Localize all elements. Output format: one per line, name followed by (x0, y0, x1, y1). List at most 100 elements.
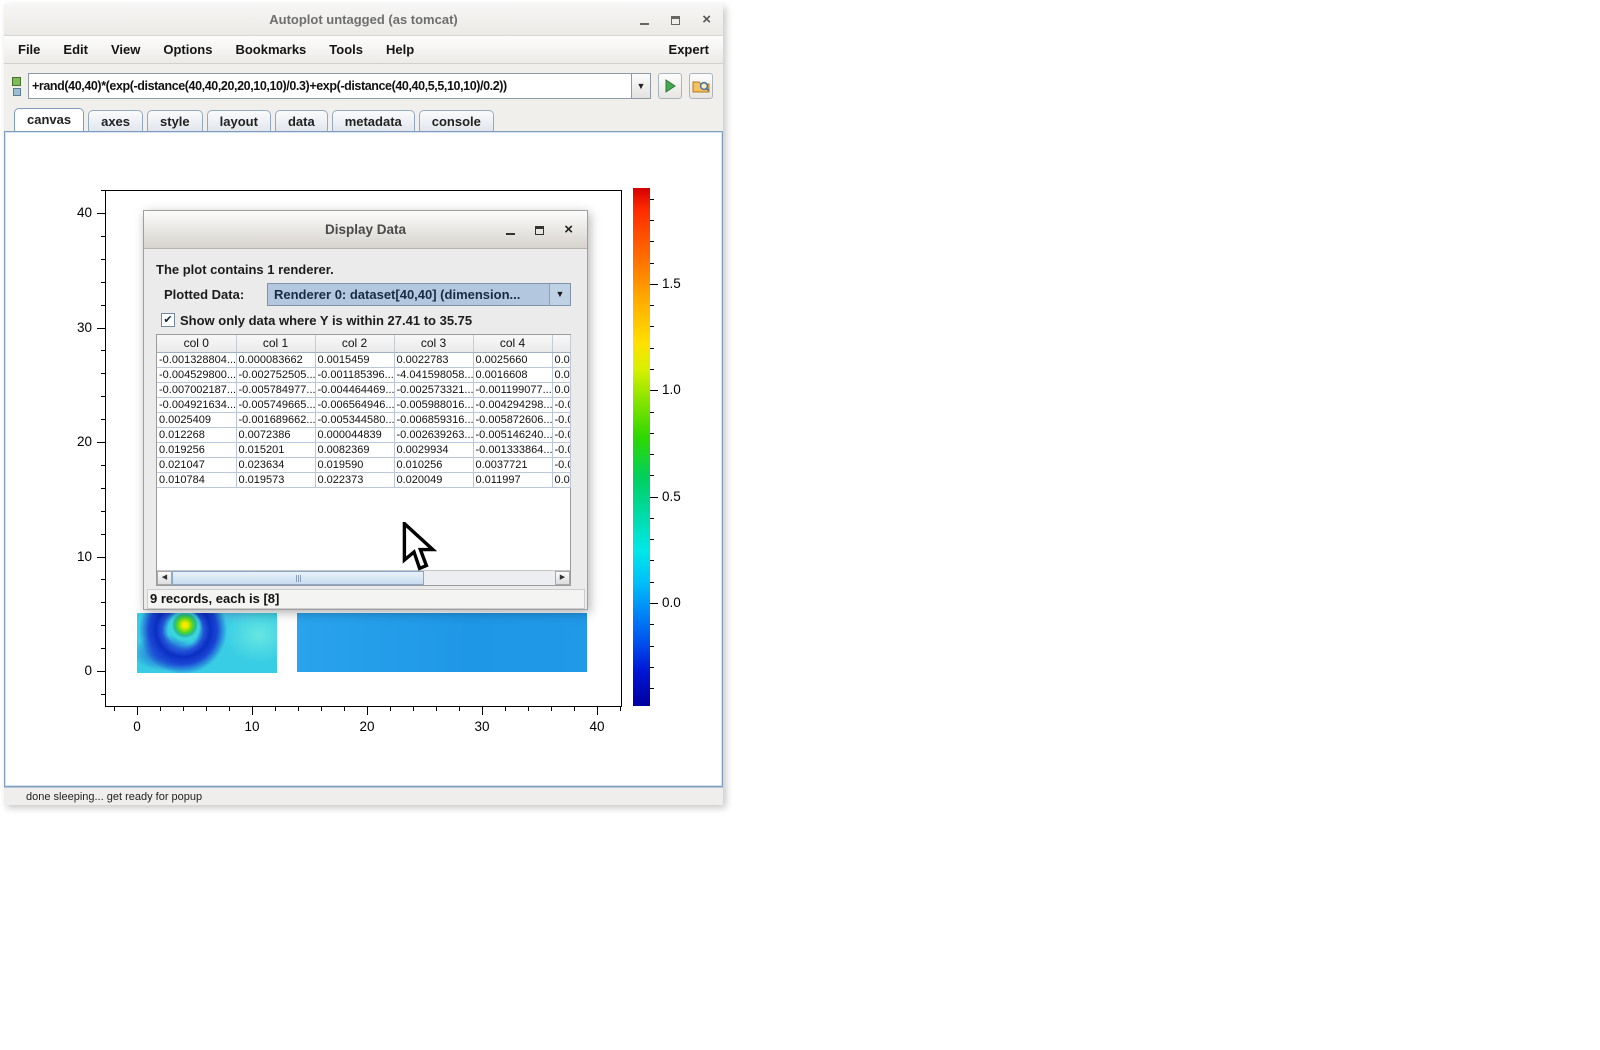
y-tick-label: 0 (58, 663, 92, 679)
table-cell[interactable]: -0.0 (552, 457, 570, 472)
table-cell[interactable]: 0.0029934 (394, 442, 473, 457)
table-column-header[interactable]: col 0 (157, 335, 236, 352)
dialog-minimize-icon[interactable] (506, 226, 515, 235)
axis-tick (650, 220, 654, 221)
table-cell[interactable]: -0.004921634... (157, 397, 236, 412)
tab-style[interactable]: style (147, 110, 203, 131)
tab-canvas[interactable]: canvas (14, 108, 84, 131)
scrollbar-thumb[interactable] (172, 571, 424, 585)
window-titlebar[interactable]: Autoplot untagged (as tomcat) × (4, 4, 723, 36)
table-cell[interactable]: 0.012268 (157, 427, 236, 442)
axis-tick (160, 707, 161, 711)
menu-tools[interactable]: Tools (329, 42, 363, 57)
table-cell[interactable]: 0.0082369 (315, 442, 394, 457)
table-cell[interactable]: -0.0 (552, 442, 570, 457)
maximize-icon[interactable] (671, 16, 680, 25)
axis-tick (344, 707, 345, 711)
table-cell[interactable]: 0.022373 (315, 472, 394, 487)
inspect-uri-button[interactable] (689, 73, 713, 99)
table-cell[interactable]: -0.001328804... (157, 352, 236, 367)
table-column-header[interactable] (552, 335, 570, 352)
table-cell[interactable]: -0.005146240... (473, 427, 552, 442)
uri-dropdown-arrow-icon[interactable]: ▼ (632, 73, 651, 99)
axis-tick (101, 282, 105, 283)
plotted-data-combobox[interactable]: Renderer 0: dataset[40,40] (dimension...… (267, 283, 571, 306)
table-cell[interactable]: -0.007002187... (157, 382, 236, 397)
table-cell[interactable]: 0.010784 (157, 472, 236, 487)
table-cell[interactable]: -0.005784977... (236, 382, 315, 397)
table-cell[interactable]: 0.0016608 (473, 367, 552, 382)
table-cell[interactable]: 0.019573 (236, 472, 315, 487)
table-cell[interactable]: 0.019590 (315, 457, 394, 472)
table-cell[interactable]: -0.0 (552, 412, 570, 427)
menu-edit[interactable]: Edit (63, 42, 88, 57)
menu-help[interactable]: Help (386, 42, 414, 57)
data-table: col 0col 1col 2col 3col 4 -0.001328804...… (157, 335, 571, 488)
table-cell[interactable]: 0.023634 (236, 457, 315, 472)
tab-metadata[interactable]: metadata (332, 110, 415, 131)
table-cell[interactable]: 0.020049 (394, 472, 473, 487)
table-cell[interactable]: 0.011997 (473, 472, 552, 487)
table-cell[interactable]: 0.00 (552, 382, 570, 397)
close-icon[interactable]: × (702, 15, 711, 25)
table-column-header[interactable]: col 1 (236, 335, 315, 352)
table-cell[interactable]: -0.001199077... (473, 382, 552, 397)
table-cell[interactable]: 0.000083662 (236, 352, 315, 367)
table-cell[interactable]: 0.0025409 (157, 412, 236, 427)
table-cell[interactable]: 0.0025660 (473, 352, 552, 367)
table-cell[interactable]: 0.0072386 (236, 427, 315, 442)
scroll-right-arrow-icon[interactable]: ▶ (555, 571, 570, 585)
table-cell[interactable]: -0.001689662... (236, 412, 315, 427)
table-cell[interactable]: 0.000044839 (315, 427, 394, 442)
dialog-maximize-icon[interactable] (535, 226, 544, 235)
axis-tick (650, 241, 654, 242)
table-cell[interactable]: -0.004464469... (315, 382, 394, 397)
table-cell[interactable]: 0.015201 (236, 442, 315, 457)
go-button[interactable] (658, 73, 682, 99)
table-cell[interactable]: -0.006859316... (394, 412, 473, 427)
menu-bookmarks[interactable]: Bookmarks (235, 42, 306, 57)
table-cell[interactable]: 0.0022783 (394, 352, 473, 367)
table-cell[interactable]: -0.0 (552, 427, 570, 442)
filter-checkbox[interactable]: ✔ (161, 313, 175, 327)
tab-layout[interactable]: layout (207, 110, 271, 131)
scroll-left-arrow-icon[interactable]: ◀ (157, 571, 172, 585)
table-cell[interactable]: -0.005988016... (394, 397, 473, 412)
horizontal-scrollbar[interactable]: ◀ ▶ (157, 570, 570, 585)
table-cell[interactable]: 0.010256 (394, 457, 473, 472)
table-column-header[interactable]: col 2 (315, 335, 394, 352)
table-column-header[interactable]: col 3 (394, 335, 473, 352)
table-cell[interactable]: -0.0 (552, 397, 570, 412)
table-cell[interactable]: -4.041598058... (394, 367, 473, 382)
menu-file[interactable]: File (18, 42, 40, 57)
table-cell[interactable]: -0.005872606... (473, 412, 552, 427)
menu-view[interactable]: View (111, 42, 140, 57)
table-cell[interactable]: -0.004294298... (473, 397, 552, 412)
tab-data[interactable]: data (275, 110, 328, 131)
table-cell[interactable]: -0.004529800... (157, 367, 236, 382)
menu-options[interactable]: Options (163, 42, 212, 57)
table-cell[interactable]: 0.00 (552, 352, 570, 367)
tab-console[interactable]: console (419, 110, 494, 131)
table-cell[interactable]: 0.00 (552, 472, 570, 487)
table-cell[interactable]: -0.002752505... (236, 367, 315, 382)
dialog-titlebar[interactable]: Display Data × (144, 211, 587, 249)
table-cell[interactable]: -0.002573321... (394, 382, 473, 397)
table-cell[interactable]: 0.021047 (157, 457, 236, 472)
table-cell[interactable]: 0.0015459 (315, 352, 394, 367)
table-cell[interactable]: 0.019256 (157, 442, 236, 457)
table-cell[interactable]: -0.002639263... (394, 427, 473, 442)
table-cell[interactable]: -0.001185396... (315, 367, 394, 382)
expert-toggle[interactable]: Expert (669, 42, 723, 57)
table-cell[interactable]: -0.006564946... (315, 397, 394, 412)
table-cell[interactable]: -0.001333864... (473, 442, 552, 457)
table-cell[interactable]: -0.005344580... (315, 412, 394, 427)
dialog-close-icon[interactable]: × (564, 225, 573, 235)
tab-axes[interactable]: axes (88, 110, 143, 131)
table-cell[interactable]: 0.0037721 (473, 457, 552, 472)
minimize-icon[interactable] (640, 16, 649, 25)
table-cell[interactable]: 0.00 (552, 367, 570, 382)
table-column-header[interactable]: col 4 (473, 335, 552, 352)
uri-input[interactable]: +rand(40,40)*(exp(-distance(40,40,20,20,… (28, 73, 632, 99)
table-cell[interactable]: -0.005749665... (236, 397, 315, 412)
